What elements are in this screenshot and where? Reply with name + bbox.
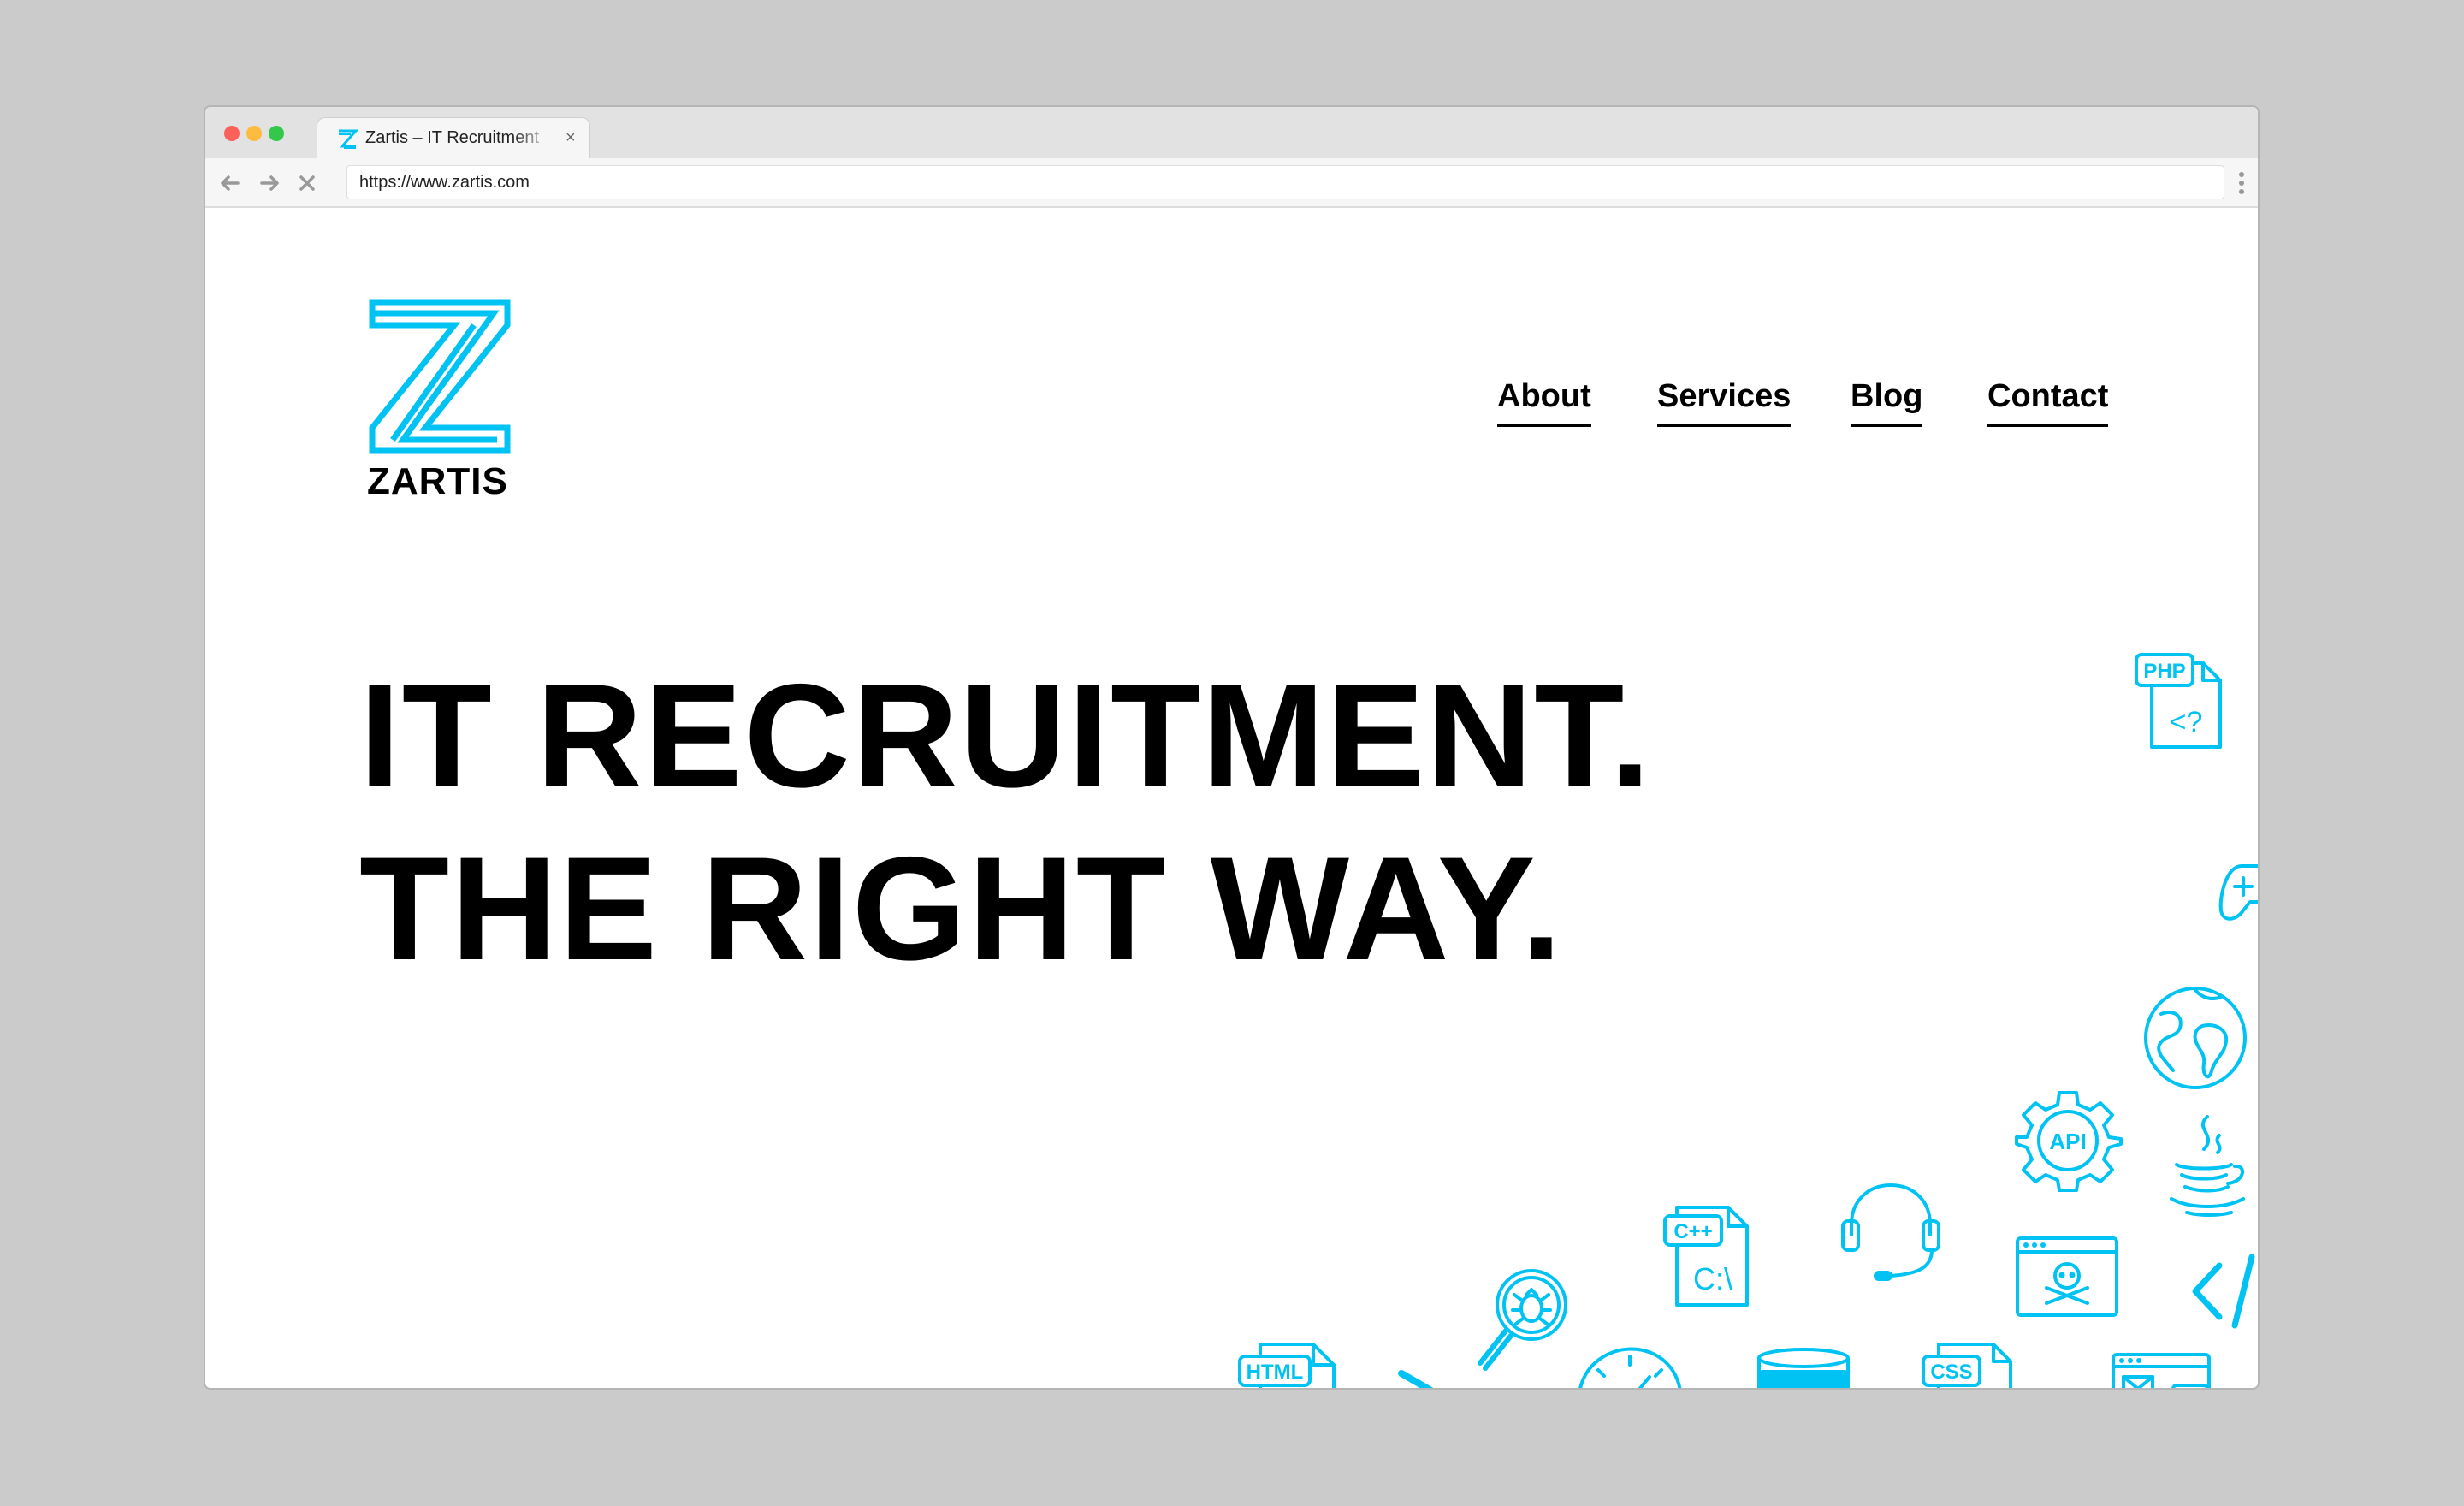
page-content: ZARTIS About Services Blog Contact IT RE… — [205, 208, 2258, 1388]
php-file-glyph: <? — [2170, 706, 2203, 738]
api-gear-icon: API — [2015, 1091, 2123, 1192]
browser-window: Zartis – IT Recruitment × https://www.za… — [204, 105, 2260, 1390]
code-brackets-icon — [2192, 1254, 2255, 1329]
browser-tab[interactable]: Zartis – IT Recruitment × — [317, 117, 590, 158]
stop-loading-icon[interactable] — [293, 169, 322, 198]
php-file-label: PHP — [2143, 660, 2185, 683]
cpp-file-label: C++ — [1673, 1220, 1712, 1243]
tab-close-icon[interactable]: × — [566, 128, 576, 148]
terminal-prompt-icon — [1398, 1370, 1434, 1388]
tech-icon-cluster: PHP <? git API *** C++ C:\ HTML CSS {...… — [205, 208, 2258, 1388]
bug-search-icon — [1478, 1269, 1567, 1371]
address-bar[interactable]: https://www.zartis.com — [346, 165, 2224, 199]
zartis-favicon-icon — [339, 129, 358, 149]
php-file-icon: PHP <? — [2135, 653, 2222, 749]
web-design-screens-icon — [2112, 1353, 2211, 1388]
maximize-window-button[interactable] — [269, 126, 284, 141]
java-coffee-icon — [2170, 1115, 2245, 1217]
performance-gauge-icon — [1578, 1347, 1682, 1388]
close-window-button[interactable] — [224, 126, 240, 141]
cpp-file-path: C:\ — [1693, 1261, 1732, 1296]
browser-toolbar: https://www.zartis.com — [205, 158, 2258, 208]
html-file-icon: HTML — [1238, 1343, 1336, 1388]
cpp-file-icon: C++ C:\ — [1663, 1206, 1749, 1307]
browser-menu-icon[interactable] — [2237, 169, 2246, 198]
html-file-label: HTML — [1247, 1361, 1304, 1384]
malware-skull-window-icon — [2016, 1236, 2118, 1317]
forward-arrow-icon[interactable] — [255, 169, 284, 198]
back-arrow-icon[interactable] — [216, 169, 245, 198]
tab-bar: Zartis – IT Recruitment × — [205, 107, 2258, 158]
css-file-label: CSS — [1930, 1361, 1972, 1384]
gamepad-icon — [2218, 864, 2258, 921]
headset-icon — [1841, 1183, 1940, 1281]
api-gear-label: API — [2049, 1129, 2086, 1154]
minimize-window-button[interactable] — [246, 126, 262, 141]
css-file-icon: CSS {...} — [1922, 1343, 2012, 1388]
globe-icon — [2144, 987, 2247, 1089]
database-security-icon — [1757, 1348, 1850, 1388]
tab-title: Zartis – IT Recruitment — [365, 128, 540, 147]
